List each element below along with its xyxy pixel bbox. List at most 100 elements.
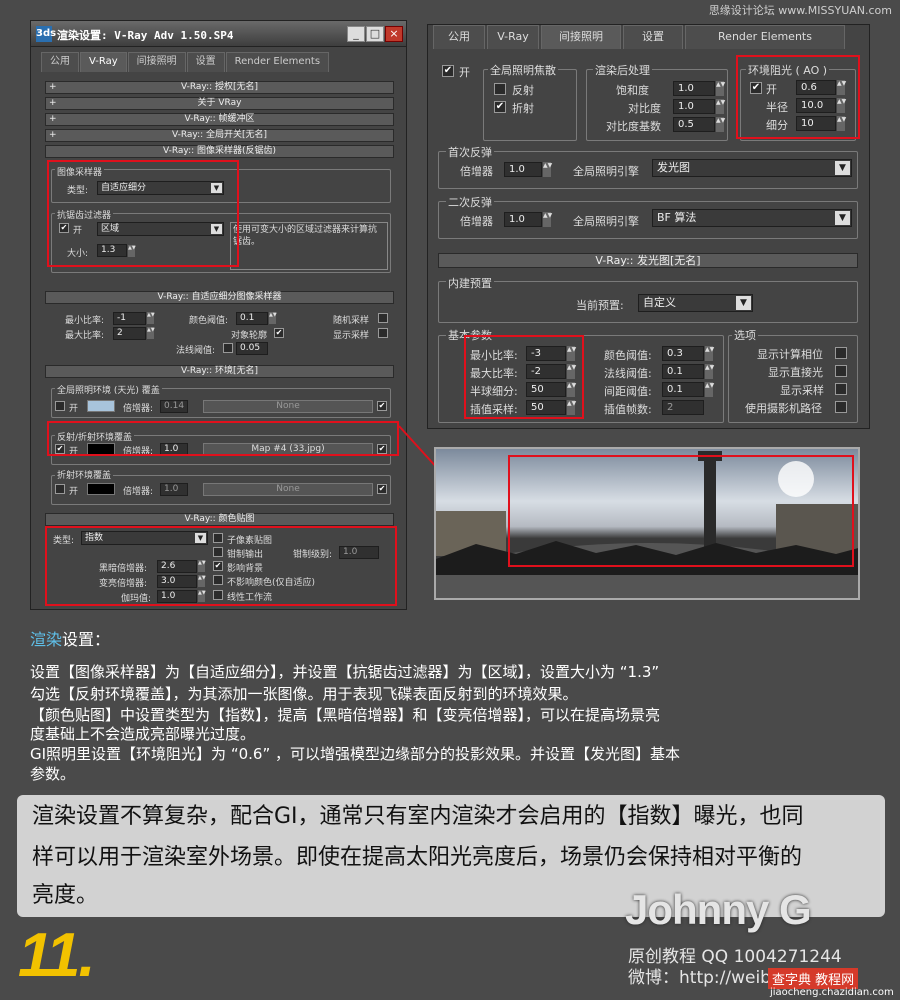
maximize-button[interactable]: □ <box>366 26 384 42</box>
refr-env-checkbox[interactable] <box>55 484 65 494</box>
section-title: 渲染设置： <box>30 626 110 650</box>
primary-mult-input[interactable]: 1.0 <box>504 162 542 177</box>
irr-frames-input[interactable]: 2 <box>662 400 704 415</box>
refr-env-color-swatch[interactable] <box>87 483 115 495</box>
contrast-input[interactable]: 1.0 <box>673 99 715 114</box>
gi-env-label: 全局照明环境 (天光) 覆盖 <box>55 383 162 396</box>
signature-weibo: 微博：http://weib <box>628 968 771 988</box>
secondary-mult-spinner[interactable]: ▲▼ <box>543 212 552 227</box>
gi-tabs: 公用 V-Ray 间接照明 设置 Render Elements <box>433 25 847 49</box>
contrast-base-spinner[interactable]: ▲▼ <box>716 117 725 132</box>
rollout-adaptive-subdivision[interactable]: V-Ray:: 自适应细分图像采样器 <box>45 291 394 304</box>
dialog-titlebar[interactable]: 3ds 渲染设置: V-Ray Adv 1.50.SP4 _ □ × <box>31 21 406 47</box>
rollout-about[interactable]: + 关于 VRay <box>45 97 394 110</box>
gi-on-checkbox[interactable]: ✔ <box>442 65 454 77</box>
refr-env-map-button[interactable]: None <box>203 483 373 496</box>
refr-env-map-checkbox[interactable]: ✔ <box>377 484 387 494</box>
gi-env-checkbox[interactable] <box>55 401 65 411</box>
tab-common[interactable]: 公用 <box>433 25 485 49</box>
paragraph-line: 【颜色贴图】中设置类型为【指数】，提高【黑暗倍增器】和【变亮倍增器】，可以在提高… <box>30 706 661 724</box>
rollout-image-sampler[interactable]: V-Ray:: 图像采样器(反锯齿) <box>45 145 394 158</box>
irr-nrm-input[interactable]: 0.1 <box>662 364 704 379</box>
highlight-box <box>736 55 860 139</box>
adaptive-clr-input[interactable]: 0.1 <box>236 312 268 325</box>
tab-common[interactable]: 公用 <box>41 52 79 72</box>
rollout-license[interactable]: + V-Ray:: 授权[无名] <box>45 81 394 94</box>
refr-env-mult-input[interactable]: 1.0 <box>160 483 188 496</box>
irr-dist-input[interactable]: 0.1 <box>662 382 704 397</box>
adaptive-obj-checkbox[interactable]: ✔ <box>274 328 284 338</box>
watermark-top: 思缘设计论坛 www.MISSYUAN.com <box>708 4 892 17</box>
adaptive-show-checkbox[interactable] <box>378 328 388 338</box>
opt-camera-path-checkbox[interactable] <box>835 401 847 413</box>
saturation-input[interactable]: 1.0 <box>673 81 715 96</box>
opt-calc-phase-checkbox[interactable] <box>835 347 847 359</box>
rollout-expand-icon: + <box>49 82 57 92</box>
gi-env-map-checkbox[interactable]: ✔ <box>377 401 387 411</box>
saturation-spinner[interactable]: ▲▼ <box>716 81 725 96</box>
gi-env-mult-input[interactable]: 0.14 <box>160 400 188 413</box>
adaptive-normal-input[interactable]: 0.05 <box>236 342 268 355</box>
contrast-spinner[interactable]: ▲▼ <box>716 99 725 114</box>
adaptive-rand-checkbox[interactable] <box>378 313 388 323</box>
tab-indirect[interactable]: 间接照明 <box>127 52 186 72</box>
tab-settings[interactable]: 设置 <box>623 25 683 49</box>
adaptive-clr-spinner[interactable]: ▲▼ <box>269 312 277 324</box>
paragraph-line: GI照明里设置【环境阻光】为 “0.6” ，可以增强模型边缘部分的投影效果。并设… <box>30 745 680 763</box>
tab-indirect[interactable]: 间接照明 <box>541 25 621 49</box>
secondary-engine-dropdown[interactable]: BF 算法 ▼ <box>652 209 852 227</box>
summary-line: 渲染设置不算复杂，配合GI，通常只有室内渲染才会启用的【指数】曝光，也同 <box>32 804 804 829</box>
minimize-button[interactable]: _ <box>347 26 365 42</box>
secondary-mult-input[interactable]: 1.0 <box>504 212 542 227</box>
rollout-framebuffer[interactable]: + V-Ray:: 帧缓冲区 <box>45 113 394 126</box>
rollout-label: V-Ray:: 发光图[无名] <box>595 254 701 267</box>
caustics-refract-checkbox[interactable]: ✔ <box>494 101 506 113</box>
contrast-base-input[interactable]: 0.5 <box>673 117 715 132</box>
aa-filter-description: 使用可变大小的区域过滤器来计算抗锯齿。 <box>230 222 388 270</box>
rollout-expand-icon: + <box>49 98 57 108</box>
rollout-color-mapping[interactable]: V-Ray:: 颜色贴图 <box>45 513 394 526</box>
gi-on-label: 开 <box>459 66 470 79</box>
irr-nrm-spinner[interactable]: ▲▼ <box>705 364 714 379</box>
adaptive-max-spinner[interactable]: ▲▼ <box>147 327 155 339</box>
primary-mult-spinner[interactable]: ▲▼ <box>543 162 552 177</box>
rollout-irradiance-map[interactable]: V-Ray:: 发光图[无名] <box>438 253 858 268</box>
rollout-environment[interactable]: V-Ray:: 环境[无名] <box>45 365 394 378</box>
opt-calc-phase-label: 显示计算相位 <box>757 348 823 361</box>
opt-direct-light-checkbox[interactable] <box>835 365 847 377</box>
paragraph-line: 设置【图像采样器】为【自适应细分】，并设置【抗锯齿过滤器】为【区域】，设置大小为… <box>30 663 660 681</box>
adaptive-min-spinner[interactable]: ▲▼ <box>147 312 155 324</box>
irr-clr-spinner[interactable]: ▲▼ <box>705 346 714 361</box>
irr-dist-spinner[interactable]: ▲▼ <box>705 382 714 397</box>
paragraph-line: 度基础上不会造成亮部曝光过度。 <box>30 725 256 743</box>
primary-engine-dropdown[interactable]: 发光图 ▼ <box>652 159 852 177</box>
render-settings-dialog: 3ds 渲染设置: V-Ray Adv 1.50.SP4 _ □ × 公用 V-… <box>30 20 407 610</box>
post-process-label: 渲染后处理 <box>593 62 652 78</box>
close-button[interactable]: × <box>385 26 403 42</box>
gi-env-map-button[interactable]: None <box>203 400 373 413</box>
rollout-expand-icon: + <box>49 114 57 124</box>
rollout-global-switches[interactable]: + V-Ray:: 全局开关[无名] <box>45 129 394 142</box>
adaptive-max-input[interactable]: 2 <box>113 327 146 340</box>
primary-engine-value: 发光图 <box>657 161 690 174</box>
tab-render-elements[interactable]: Render Elements <box>225 52 330 72</box>
caustics-reflect-checkbox[interactable] <box>494 83 506 95</box>
gi-env-color-swatch[interactable] <box>87 400 115 412</box>
adaptive-min-label: 最小比率: <box>65 316 105 326</box>
summary-line: 亮度。 <box>32 883 99 908</box>
adaptive-min-input[interactable]: -1 <box>113 312 146 325</box>
tab-render-elements[interactable]: Render Elements <box>685 25 845 49</box>
rollout-label: 关于 VRay <box>197 98 242 108</box>
primary-engine-label: 全局照明引擎 <box>573 165 639 178</box>
current-preset-dropdown[interactable]: 自定义 ▼ <box>638 294 753 312</box>
rollout-label: V-Ray:: 帧缓冲区 <box>184 114 255 124</box>
tab-vray[interactable]: V-Ray <box>80 52 127 72</box>
tab-vray[interactable]: V-Ray <box>487 25 539 49</box>
gi-settings-panel: 公用 V-Ray 间接照明 设置 Render Elements ✔ 开 全局照… <box>427 24 870 429</box>
highlight-box <box>45 526 397 606</box>
tab-settings[interactable]: 设置 <box>186 52 225 72</box>
adaptive-normal-checkbox[interactable] <box>223 343 233 353</box>
adaptive-obj-label: 对象轮廓 <box>231 331 268 341</box>
opt-show-samples-checkbox[interactable] <box>835 383 847 395</box>
irr-clr-input[interactable]: 0.3 <box>662 346 704 361</box>
